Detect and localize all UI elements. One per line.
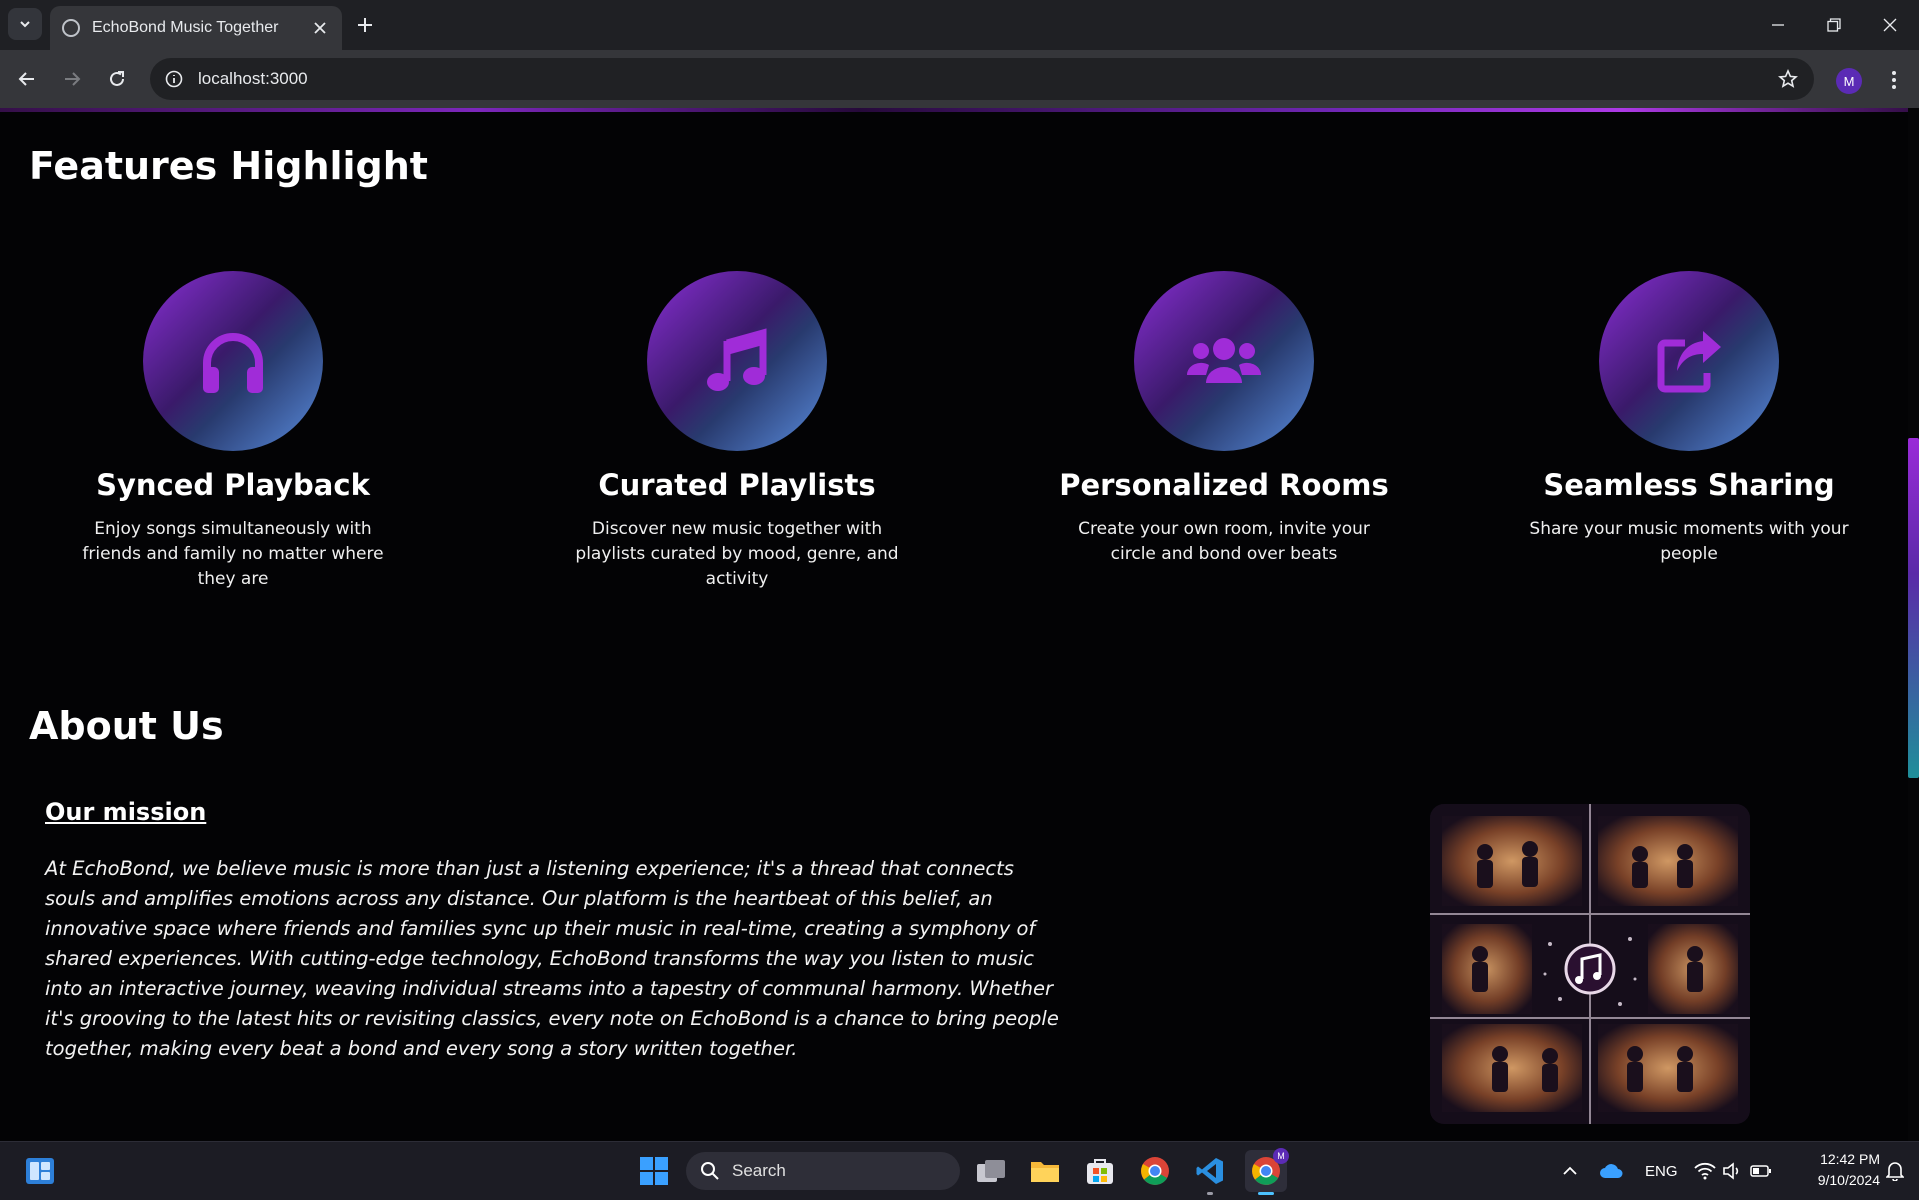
bookmark-star-icon[interactable] xyxy=(1776,67,1800,91)
headphones-icon xyxy=(203,333,263,393)
mission-text: At EchoBond, we believe music is more th… xyxy=(45,857,1059,1060)
feature-icon-circle xyxy=(1599,271,1779,451)
feature-title: Personalized Rooms xyxy=(1059,468,1389,502)
forward-button[interactable] xyxy=(56,63,88,95)
feature-card-personalized-rooms: Personalized Rooms Create your own room,… xyxy=(1004,271,1444,567)
profile-avatar[interactable]: M xyxy=(1836,68,1862,94)
mission-heading: Our mission xyxy=(45,798,207,826)
globe-icon xyxy=(62,19,80,37)
restore-icon xyxy=(1827,18,1841,32)
window-close-button[interactable] xyxy=(1870,10,1910,40)
show-hidden-icons-chevron-up-icon[interactable] xyxy=(1555,1153,1585,1189)
tab-close-button[interactable] xyxy=(310,18,330,38)
feature-description: Create your own room, invite your circle… xyxy=(1078,519,1370,564)
notification-bell-icon[interactable] xyxy=(1880,1153,1910,1189)
taskbar-search-box[interactable]: Search xyxy=(686,1152,960,1190)
reload-button[interactable] xyxy=(101,63,133,95)
feature-card-curated-playlists: Curated Playlists Discover new music tog… xyxy=(517,271,957,592)
features-section-title: Features Highlight xyxy=(29,144,428,188)
feature-title: Seamless Sharing xyxy=(1543,468,1835,502)
microsoft-store-icon[interactable] xyxy=(1082,1153,1118,1189)
feature-description: Enjoy songs simultaneously with friends … xyxy=(82,519,384,589)
minimize-icon xyxy=(1772,24,1784,26)
vscode-icon[interactable] xyxy=(1192,1153,1228,1195)
clock-date[interactable]: 9/10/2024 xyxy=(1796,1172,1880,1188)
address-bar[interactable]: localhost:3000 xyxy=(150,58,1814,100)
windows-taskbar: Search M ENG 12:42 PM 9/10/2024 xyxy=(0,1141,1919,1200)
feature-description: Discover new music together with playlis… xyxy=(575,519,899,589)
users-icon xyxy=(1186,338,1262,383)
minimize-button[interactable] xyxy=(1758,10,1798,40)
clock-time[interactable]: 12:42 PM xyxy=(1804,1151,1880,1167)
page-viewport: Features Highlight Synced Playback Enjoy… xyxy=(0,108,1919,1141)
feature-icon-circle xyxy=(647,271,827,451)
about-illustration-image xyxy=(1430,804,1750,1124)
search-icon xyxy=(701,1162,719,1180)
url-text[interactable]: localhost:3000 xyxy=(198,69,1776,89)
chrome-active-icon[interactable]: M xyxy=(1245,1148,1289,1195)
tab-search-button[interactable] xyxy=(8,8,42,40)
feature-title: Curated Playlists xyxy=(598,468,876,502)
tab-title: EchoBond Music Together xyxy=(92,19,279,36)
browser-toolbar: localhost:3000 M xyxy=(0,50,1919,108)
header-glow-divider xyxy=(0,108,1908,112)
feature-icon-circle xyxy=(1134,271,1314,451)
site-info-icon[interactable] xyxy=(164,69,184,89)
scrollbar-thumb[interactable] xyxy=(1908,438,1919,778)
page-scrollbar[interactable] xyxy=(1908,108,1919,1141)
close-icon xyxy=(314,22,326,34)
feature-icon-circle xyxy=(143,271,323,451)
reload-icon xyxy=(110,71,124,86)
share-icon xyxy=(1657,331,1721,393)
arrow-right-icon xyxy=(65,72,81,86)
volume-icon[interactable] xyxy=(1718,1153,1748,1189)
widgets-icon[interactable] xyxy=(22,1153,58,1189)
music-note-icon xyxy=(707,328,767,391)
feature-description: Share your music moments with your peopl… xyxy=(1529,519,1849,564)
kebab-menu-icon xyxy=(1892,71,1896,89)
chrome-icon[interactable] xyxy=(1137,1153,1173,1189)
chevron-down-icon xyxy=(20,21,30,28)
about-section-title: About Us xyxy=(29,704,224,748)
language-indicator[interactable]: ENG xyxy=(1645,1163,1678,1180)
back-button[interactable] xyxy=(11,63,43,95)
more-menu-button[interactable] xyxy=(1884,66,1904,94)
running-indicator xyxy=(1207,1192,1213,1195)
browser-tab[interactable]: EchoBond Music Together xyxy=(50,6,342,50)
plus-icon xyxy=(358,18,372,32)
arrow-left-icon xyxy=(18,72,34,86)
windows-start-icon[interactable] xyxy=(636,1153,672,1189)
search-label: Search xyxy=(732,1161,786,1180)
wifi-icon[interactable] xyxy=(1690,1153,1720,1189)
feature-card-synced-playback: Synced Playback Enjoy songs simultaneous… xyxy=(13,271,453,592)
onedrive-cloud-icon[interactable] xyxy=(1594,1153,1628,1189)
task-view-icon[interactable] xyxy=(973,1153,1009,1189)
feature-card-seamless-sharing: Seamless Sharing Share your music moment… xyxy=(1469,271,1909,567)
browser-tab-bar: EchoBond Music Together xyxy=(0,0,1919,50)
file-explorer-icon[interactable] xyxy=(1027,1153,1063,1189)
restore-button[interactable] xyxy=(1814,10,1854,40)
battery-icon[interactable] xyxy=(1746,1153,1776,1189)
close-icon xyxy=(1883,18,1897,32)
new-tab-button[interactable] xyxy=(352,12,378,38)
active-indicator xyxy=(1258,1192,1274,1195)
profile-badge: M xyxy=(1273,1148,1289,1164)
feature-title: Synced Playback xyxy=(96,468,370,502)
